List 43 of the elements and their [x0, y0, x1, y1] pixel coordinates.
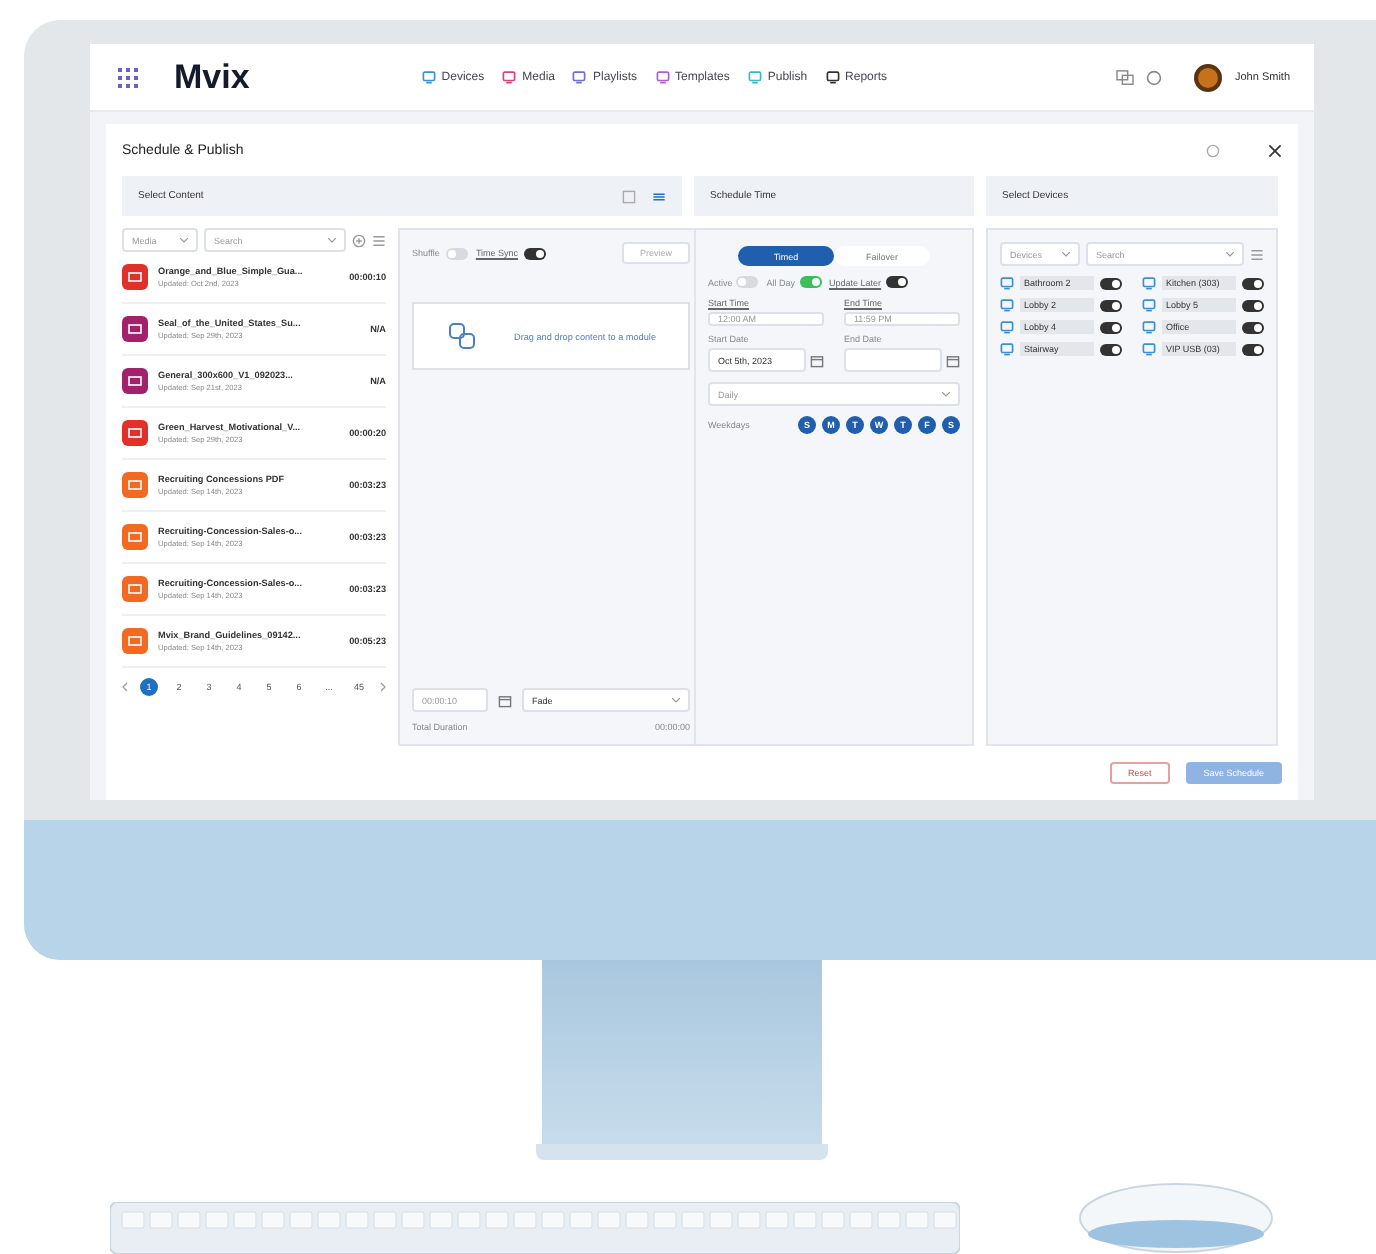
apps-grid-icon[interactable] [118, 67, 138, 87]
toggle-switch[interactable] [736, 276, 759, 288]
caret-icon [942, 391, 950, 397]
next-page-icon[interactable] [380, 682, 386, 692]
caret-icon [1062, 251, 1070, 257]
calendar-icon[interactable] [498, 693, 512, 707]
toggle-switch[interactable] [885, 276, 908, 288]
end-date-field[interactable] [844, 348, 942, 372]
chat-icon[interactable] [1116, 69, 1135, 85]
caret-icon [672, 697, 680, 703]
content-icon [446, 320, 478, 352]
monitor-icon [1142, 276, 1156, 290]
monitor-icon [1000, 342, 1014, 356]
close-icon[interactable] [1268, 143, 1282, 157]
toggle-switch[interactable] [1100, 343, 1122, 355]
filter-icon[interactable] [1250, 247, 1264, 261]
toggle-switch[interactable] [524, 247, 547, 259]
caret-icon [1226, 251, 1234, 257]
monitor-icon [1000, 320, 1014, 334]
prev-page-icon[interactable] [122, 682, 128, 692]
toggle-switch[interactable] [799, 276, 822, 288]
toggle-switch[interactable] [1242, 343, 1264, 355]
toggle-switch[interactable] [1242, 321, 1264, 333]
toggle-switch[interactable] [1242, 277, 1264, 289]
filter-icon[interactable] [372, 233, 386, 247]
toggle-switch[interactable] [1100, 299, 1122, 311]
monitor-icon [1000, 276, 1014, 290]
avatar[interactable] [1194, 63, 1223, 91]
caret-icon [180, 237, 188, 243]
monitor-icon [1142, 320, 1156, 334]
add-icon[interactable] [352, 233, 366, 247]
toggle-switch[interactable] [445, 247, 468, 259]
calendar-icon[interactable] [810, 353, 824, 367]
calendar-icon[interactable] [946, 353, 960, 367]
monitor-icon [1000, 298, 1014, 312]
logo[interactable]: Mvix [174, 57, 250, 97]
monitor-icon [1142, 298, 1156, 312]
monitor-icon [1142, 342, 1156, 356]
toggle-switch[interactable] [1100, 321, 1122, 333]
toggle-switch[interactable] [1242, 299, 1264, 311]
toggle-switch[interactable] [1100, 277, 1122, 289]
list-view-icon[interactable] [652, 189, 666, 203]
caret-icon [328, 237, 336, 243]
